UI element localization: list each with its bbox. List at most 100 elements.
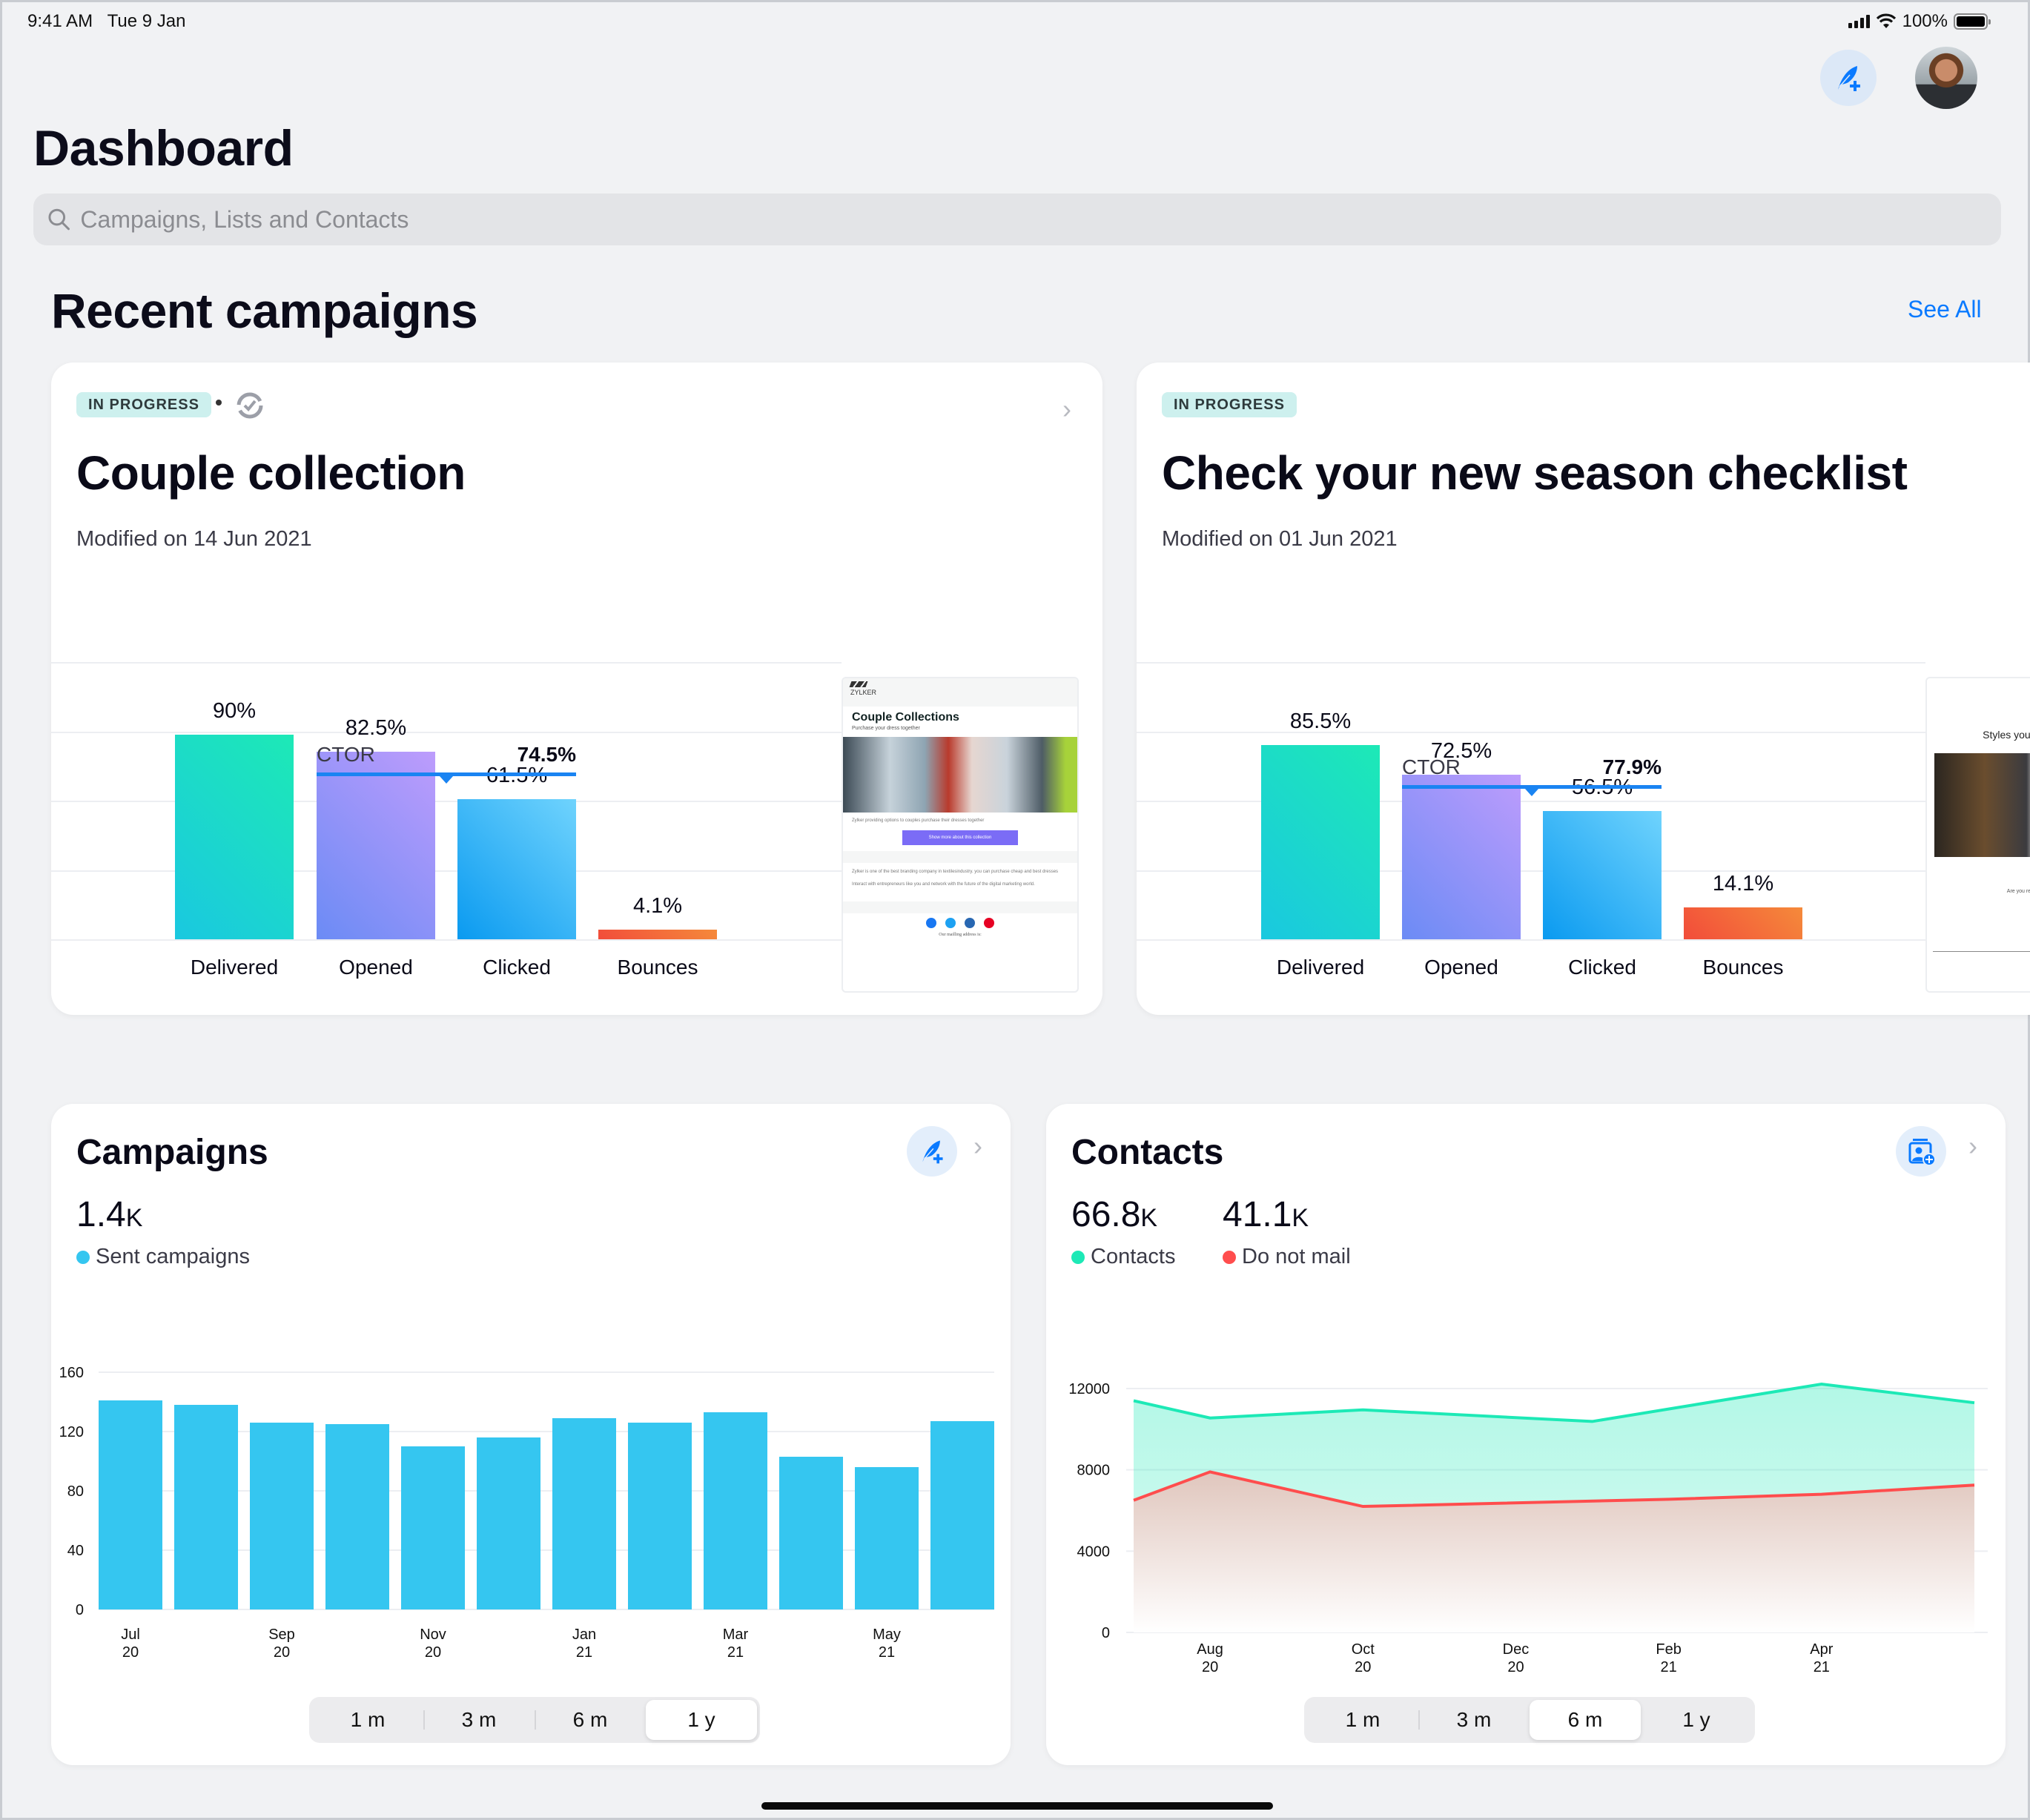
x-tick-label: 21 — [879, 1644, 895, 1661]
bar-category-label: Opened — [1424, 956, 1498, 979]
bar-value-label: 4.1% — [632, 894, 683, 919]
bar-clicked — [457, 799, 576, 939]
preview-caption: Zylker providing options to couples purc… — [852, 818, 985, 823]
campaign-modified-date: Modified on 14 Jun 2021 — [76, 527, 312, 551]
bar-dec-20[interactable] — [477, 1437, 540, 1609]
ctor-notch-icon — [440, 776, 453, 784]
bar-value-label: 82.5% — [345, 716, 407, 740]
new-campaign-button[interactable] — [1820, 50, 1877, 106]
segment-1m[interactable]: 1 m — [1307, 1700, 1418, 1740]
bar-apr-21[interactable] — [779, 1457, 843, 1609]
battery-icon — [1954, 13, 1991, 30]
x-tick-label: 21 — [1661, 1659, 1677, 1675]
bar-oct-20[interactable] — [325, 1424, 389, 1609]
x-tick-label: Aug — [1197, 1641, 1223, 1658]
status-indicators: 100% — [1848, 11, 1991, 32]
status-clock: 9:41 AM — [27, 11, 93, 31]
segment-3m[interactable]: 3 m — [423, 1700, 535, 1740]
y-tick-label: 80 — [67, 1483, 84, 1500]
search-icon — [48, 208, 70, 231]
x-tick-label: 20 — [274, 1644, 290, 1661]
x-tick-label: 21 — [1814, 1659, 1830, 1675]
bar-jun-21[interactable] — [930, 1421, 994, 1609]
bar-category-label: Bounces — [617, 956, 698, 979]
bar-clicked — [1543, 810, 1662, 939]
preview-subheading: Purchase your dress together — [852, 726, 920, 731]
bar-jul-20[interactable] — [99, 1400, 162, 1609]
grid-line — [51, 662, 842, 664]
segment-1y[interactable]: 1 y — [1641, 1700, 1752, 1740]
preview-body-1: Zylker is one of the best branding compa… — [852, 870, 1059, 874]
bar-sep-20[interactable] — [250, 1423, 314, 1609]
bar-bounces — [598, 930, 717, 939]
grid-line — [51, 801, 842, 803]
preview-brand: ZYLKER — [1927, 873, 2030, 881]
campaign-modified-date: Modified on 01 Jun 2021 — [1162, 527, 1398, 551]
campaign-title: Check your new season checklist — [1162, 446, 1908, 500]
ctor-value: 77.9% — [1602, 755, 1662, 778]
bar-delivered — [1261, 744, 1380, 939]
bar-jan-21[interactable] — [552, 1418, 616, 1609]
bar-opened — [317, 752, 435, 939]
brand-logo-icon — [849, 681, 868, 687]
bar-feb-21[interactable] — [628, 1423, 692, 1609]
x-tick-label: Jul — [121, 1627, 140, 1643]
bar-category-label: Clicked — [1568, 956, 1636, 979]
see-all-link[interactable]: See All — [1908, 296, 1982, 323]
bar-category-label: Delivered — [190, 956, 279, 979]
email-preview-thumbnail[interactable]: Styles you have new sea ZYLKER Are you r… — [1925, 677, 2030, 993]
recent-campaigns-heading: Recent campaigns — [51, 283, 478, 338]
campaign-card[interactable]: IN PROGRESS › Couple collection Modified… — [51, 363, 1102, 1015]
segment-1m[interactable]: 1 m — [312, 1700, 423, 1740]
period-segmented-control[interactable]: 1 m3 m6 m1 y — [1304, 1697, 1755, 1743]
x-tick-label: Apr — [1810, 1641, 1833, 1658]
x-tick-label: Oct — [1352, 1641, 1375, 1658]
chevron-right-icon[interactable]: › — [1062, 394, 1071, 425]
contacts-area-chart: 04000800012000Aug20Oct20Dec20Feb21Apr21 — [1068, 1381, 1988, 1675]
bar-delivered — [175, 735, 294, 939]
bar-nov-20[interactable] — [401, 1446, 465, 1609]
funnel-chart: 90%Delivered82.5%Opened61.5%Clicked4.1%B… — [51, 659, 842, 1000]
preview-heading: Couple Collections — [852, 711, 959, 724]
ctor-label: CTOR — [317, 743, 375, 766]
preview-body: Are you ready to shopping season grab — [2006, 888, 2030, 894]
feather-plus-icon — [1838, 66, 1860, 91]
preview-social-icons — [843, 918, 1077, 928]
search-input[interactable] — [80, 205, 2001, 234]
cellular-signal-icon — [1848, 15, 1870, 28]
preview-brand: ZYLKER — [850, 689, 877, 696]
bar-may-21[interactable] — [855, 1467, 919, 1609]
status-date: Tue 9 Jan — [107, 11, 186, 31]
ctor-value: 74.5% — [517, 743, 576, 766]
avatar[interactable] — [1915, 47, 1977, 109]
ctor-notch-icon — [1525, 789, 1538, 796]
x-tick-label: 20 — [1507, 1659, 1524, 1675]
preview-hero-image — [1934, 752, 2030, 857]
bar-aug-20[interactable] — [174, 1405, 238, 1609]
y-tick-label: 40 — [67, 1543, 84, 1559]
campaign-card[interactable]: IN PROGRESS Check your new season checkl… — [1137, 363, 2030, 1015]
x-tick-label: May — [873, 1627, 901, 1643]
y-tick-label: 0 — [76, 1602, 84, 1618]
x-tick-label: Mar — [723, 1627, 749, 1643]
x-tick-label: Sep — [268, 1627, 295, 1643]
home-indicator[interactable] — [761, 1802, 1273, 1810]
battery-percent: 100% — [1902, 11, 1948, 31]
y-tick-label: 12000 — [1068, 1381, 1110, 1397]
search-bar[interactable] — [33, 193, 2001, 245]
bar-category-label: Opened — [339, 956, 413, 979]
bar-mar-21[interactable] — [704, 1412, 767, 1609]
segment-6m[interactable]: 6 m — [535, 1700, 646, 1740]
segment-3m[interactable]: 3 m — [1418, 1700, 1530, 1740]
funnel-chart: 85.5% Delivered 72.5% Opened 56.5% Clicked 14.… — [1137, 659, 1925, 1000]
preview-hero-image — [843, 737, 1077, 813]
segment-1y[interactable]: 1 y — [646, 1700, 757, 1740]
segment-6m[interactable]: 6 m — [1530, 1700, 1641, 1740]
email-preview-thumbnail[interactable]: ZYLKER Couple Collections Purchase your … — [842, 677, 1079, 993]
bar-category-label: Clicked — [483, 956, 551, 979]
grid-line — [51, 870, 842, 872]
campaign-title: Couple collection — [76, 446, 466, 500]
x-tick-label: 20 — [1202, 1659, 1218, 1675]
period-segmented-control[interactable]: 1 m3 m6 m1 y — [309, 1697, 760, 1743]
campaigns-summary-card: Campaigns › 1.4K Sent campaigns 0 40 80 120… — [51, 1104, 1011, 1765]
